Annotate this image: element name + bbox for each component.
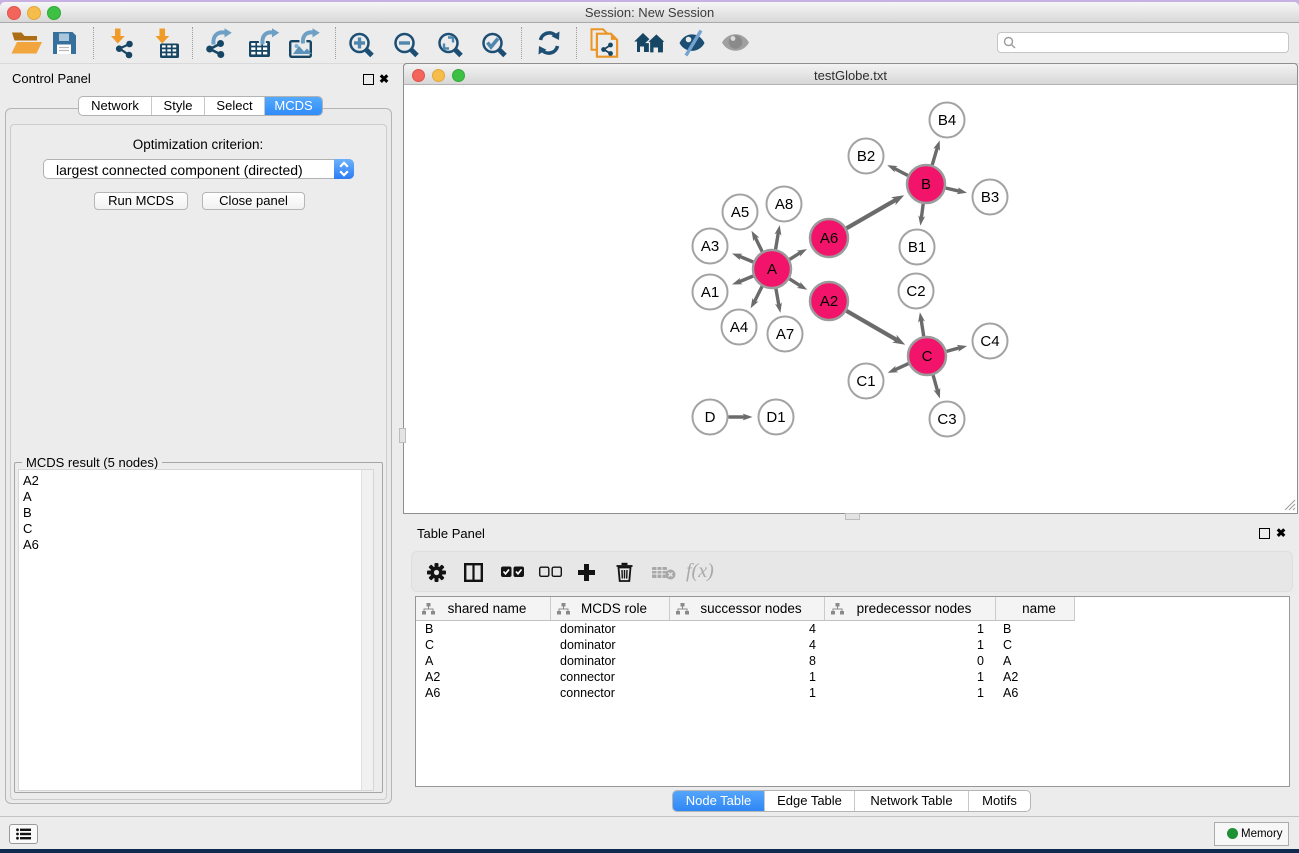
- svg-text:C2: C2: [906, 283, 925, 300]
- svg-text:A7: A7: [776, 326, 794, 343]
- svg-text:C3: C3: [937, 411, 956, 428]
- svg-text:B3: B3: [981, 189, 999, 206]
- svg-text:A8: A8: [775, 196, 793, 213]
- svg-text:B: B: [921, 176, 931, 193]
- svg-text:A4: A4: [730, 319, 748, 336]
- svg-text:A5: A5: [731, 204, 749, 221]
- svg-text:C1: C1: [856, 373, 875, 390]
- svg-text:C: C: [922, 348, 933, 365]
- svg-text:C4: C4: [980, 333, 999, 350]
- svg-text:A6: A6: [820, 230, 838, 247]
- svg-text:A1: A1: [701, 284, 719, 301]
- svg-text:D: D: [705, 409, 716, 426]
- svg-text:B1: B1: [908, 239, 926, 256]
- svg-text:A2: A2: [820, 293, 838, 310]
- svg-text:D1: D1: [766, 409, 785, 426]
- svg-text:A: A: [767, 261, 777, 278]
- svg-text:B2: B2: [857, 148, 875, 165]
- svg-text:A3: A3: [701, 238, 719, 255]
- svg-text:B4: B4: [938, 112, 956, 129]
